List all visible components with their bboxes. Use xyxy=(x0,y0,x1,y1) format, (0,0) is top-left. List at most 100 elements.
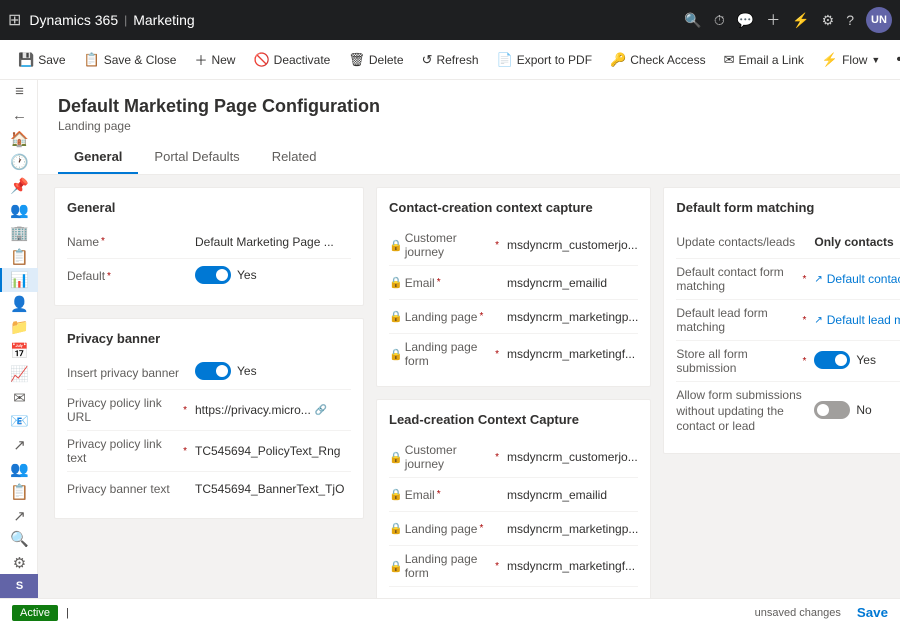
store-submission-toggle-label: Yes xyxy=(856,353,876,367)
nav-back-icon[interactable]: ← xyxy=(0,104,38,128)
status-bar-save-button[interactable]: Save xyxy=(857,605,888,620)
field-row-allow-form: Allow form submissions without updating … xyxy=(676,382,900,441)
field-value-cc-journey[interactable]: msdyncrm_customerjo... xyxy=(507,238,638,252)
insert-privacy-toggle-track[interactable] xyxy=(195,362,231,380)
nav-marketing-icon[interactable]: 📊 xyxy=(0,268,38,292)
field-value-default-lead-matching[interactable]: ↗ Default lead matchi... xyxy=(814,313,900,327)
insert-privacy-toggle-label: Yes xyxy=(237,364,257,378)
page-tabs: General Portal Defaults Related xyxy=(58,141,880,174)
flow-icon: ⚡ xyxy=(822,52,838,68)
nav-recent-icon[interactable]: 🕐 xyxy=(0,151,38,175)
privacy-banner-card: Privacy banner Insert privacy banner Yes xyxy=(54,318,364,519)
contact-creation-title: Contact-creation context capture xyxy=(389,200,638,215)
field-value-name[interactable]: Default Marketing Page ... xyxy=(195,235,351,249)
default-toggle[interactable]: Yes xyxy=(195,266,257,284)
more-actions-button[interactable]: ••• xyxy=(890,47,900,73)
field-value-default-contact-matching[interactable]: ↗ Default contact mat... xyxy=(814,272,900,286)
field-value-allow-form: No xyxy=(814,401,900,422)
field-row-cc-landing: 🔒 Landing page * msdyncrm_marketingp... xyxy=(389,300,638,334)
export-pdf-button[interactable]: 📄 Export to PDF xyxy=(489,48,601,72)
field-value-update-contacts: Only contacts xyxy=(814,235,900,249)
refresh-button[interactable]: ↺ Refresh xyxy=(414,48,487,72)
ellipsis-icon: ••• xyxy=(896,51,900,69)
nav-team-icon[interactable]: 👥 xyxy=(0,457,38,481)
nav-settings-icon[interactable]: ⚙ xyxy=(0,551,38,575)
nav-home-icon[interactable]: 🏠 xyxy=(0,127,38,151)
field-row-name: Name * Default Marketing Page ... xyxy=(67,225,351,259)
field-label-privacy-link-text: Privacy policy link text * xyxy=(67,437,187,465)
delete-button[interactable]: 🗑 Delete xyxy=(340,48,411,72)
field-value-cc-email[interactable]: msdyncrm_emailid xyxy=(507,276,638,290)
allow-form-toggle[interactable]: No xyxy=(814,401,871,419)
question-icon[interactable]: ? xyxy=(846,12,854,28)
nav-search-icon[interactable]: 🔍 xyxy=(0,527,38,551)
field-value-privacy-url[interactable]: https://privacy.micro... 🔗 xyxy=(195,403,351,417)
field-value-lc-journey[interactable]: msdyncrm_customerjo... xyxy=(507,450,638,464)
tab-related[interactable]: Related xyxy=(256,141,333,174)
nav-pages-icon[interactable]: 📧 xyxy=(0,410,38,434)
nav-link-icon[interactable]: ↗ xyxy=(0,433,38,457)
flow-button[interactable]: ⚡ Flow ▼ xyxy=(814,48,888,72)
store-submission-toggle-track[interactable] xyxy=(814,351,850,369)
app-grid-icon[interactable]: ⊞ xyxy=(8,10,21,30)
new-button[interactable]: ＋ New xyxy=(186,46,243,73)
store-submission-toggle[interactable]: Yes xyxy=(814,351,876,369)
insert-privacy-toggle[interactable]: Yes xyxy=(195,362,257,380)
nav-leads-icon[interactable]: 👤 xyxy=(0,292,38,316)
nav-files-icon[interactable]: 📁 xyxy=(0,315,38,339)
field-value-cc-form[interactable]: msdyncrm_marketingf... xyxy=(507,347,638,361)
field-row-lc-form: 🔒 Landing page form * msdyncrm_marketing… xyxy=(389,546,638,587)
field-value-lc-email[interactable]: msdyncrm_emailid xyxy=(507,488,638,502)
contact-creation-card: Contact-creation context capture 🔒 Custo… xyxy=(376,187,651,387)
field-row-cc-journey: 🔒 Customer journey * msdyncrm_customerjo… xyxy=(389,225,638,266)
nav-contacts-icon[interactable]: 👥 xyxy=(0,198,38,222)
recent-icon[interactable]: ⏱ xyxy=(714,12,725,29)
field-value-lc-form[interactable]: msdyncrm_marketingf... xyxy=(507,559,638,573)
user-avatar[interactable]: UN xyxy=(866,7,892,33)
insert-privacy-toggle-thumb xyxy=(216,365,228,377)
allow-form-toggle-track[interactable] xyxy=(814,401,850,419)
nav-menu-icon[interactable]: ≡ xyxy=(0,80,38,104)
flow-chevron-icon: ▼ xyxy=(871,55,880,65)
nav-external-icon[interactable]: ↗ xyxy=(0,504,38,528)
field-value-lc-landing[interactable]: msdyncrm_marketingp... xyxy=(507,522,638,536)
lock-icon-lc-email: 🔒 xyxy=(389,488,403,501)
field-label-update-contacts: Update contacts/leads xyxy=(676,235,806,249)
field-value-cc-landing[interactable]: msdyncrm_marketingp... xyxy=(507,310,638,324)
field-value-privacy-banner-text[interactable]: TC545694_BannerText_TjO xyxy=(195,482,351,496)
field-row-lc-email: 🔒 Email * msdyncrm_emailid xyxy=(389,478,638,512)
save-close-button[interactable]: 📋 Save & Close xyxy=(76,48,185,72)
lock-icon-lc-journey: 🔒 xyxy=(389,451,403,464)
nav-pin-icon[interactable]: 📌 xyxy=(0,174,38,198)
deactivate-button[interactable]: 🚫 Deactivate xyxy=(245,48,338,72)
new-icon[interactable]: ＋ xyxy=(766,10,780,30)
email-link-button[interactable]: ✉ Email a Link xyxy=(716,48,812,72)
nav-calendar-icon[interactable]: 📅 xyxy=(0,339,38,363)
field-label-default-lead-matching: Default lead form matching * xyxy=(676,306,806,334)
field-row-privacy-banner-text: Privacy banner text TC545694_BannerText_… xyxy=(67,472,351,506)
nav-user-initial[interactable]: S xyxy=(0,574,38,598)
check-access-button[interactable]: 🔑 Check Access xyxy=(602,48,714,72)
nav-chart-icon[interactable]: 📈 xyxy=(0,363,38,387)
page-title: Default Marketing Page Configuration xyxy=(58,96,880,117)
nav-email-icon[interactable]: ✉ xyxy=(0,386,38,410)
save-button[interactable]: 💾 Save xyxy=(10,48,74,72)
req-lc-journey: * xyxy=(495,452,499,463)
nav-divider: | xyxy=(124,13,127,27)
search-icon[interactable]: 🔍 xyxy=(684,12,701,29)
field-label-cc-journey: 🔒 Customer journey * xyxy=(389,231,499,259)
field-value-privacy-link-text[interactable]: TC545694_PolicyText_Rng xyxy=(195,444,351,458)
nav-activities-icon[interactable]: 📋 xyxy=(0,245,38,269)
filter-icon[interactable]: ⚡ xyxy=(792,12,809,29)
tab-portal-defaults[interactable]: Portal Defaults xyxy=(138,141,255,174)
nav-list-icon[interactable]: 📋 xyxy=(0,480,38,504)
settings-icon[interactable]: ⚙ xyxy=(822,12,835,29)
default-form-card: Default form matching Update contacts/le… xyxy=(663,187,900,454)
nav-accounts-icon[interactable]: 🏢 xyxy=(0,221,38,245)
default-toggle-track[interactable] xyxy=(195,266,231,284)
help-icon[interactable]: 💬 xyxy=(737,12,754,29)
tab-general[interactable]: General xyxy=(58,141,138,174)
field-row-privacy-link-text: Privacy policy link text * TC545694_Poli… xyxy=(67,431,351,472)
field-label-lc-form: 🔒 Landing page form * xyxy=(389,552,499,580)
req-lc-landing: * xyxy=(479,523,483,534)
